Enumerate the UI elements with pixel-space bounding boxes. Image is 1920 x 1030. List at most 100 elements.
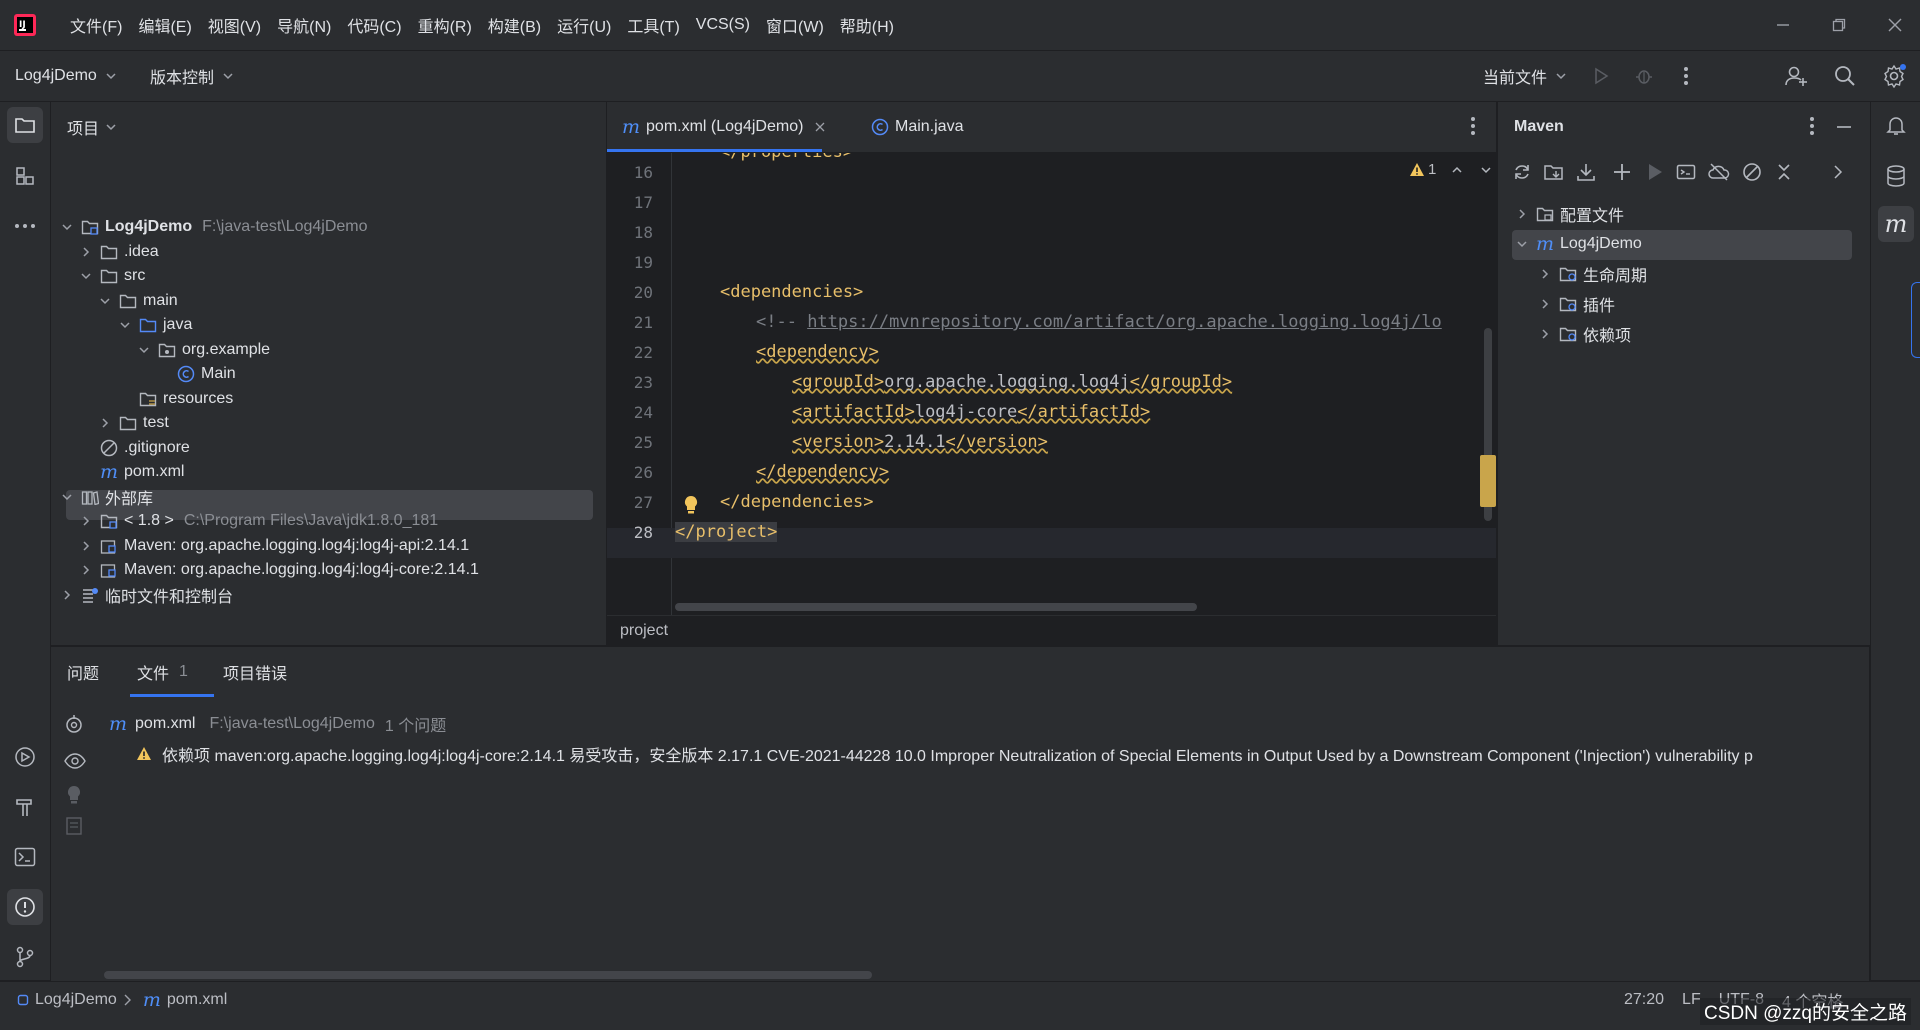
caret-position[interactable]: 27:20 [1624,991,1664,1009]
warning-triangle-icon [136,746,152,762]
editor-breadcrumb[interactable]: project [620,622,668,640]
more-actions-icon[interactable] [1673,63,1699,89]
maven-tree-item[interactable]: 配置文件 [1514,199,1624,229]
menu-item[interactable]: 重构(R) [410,13,480,37]
chevron-down-icon [1555,70,1567,82]
project-tree: Log4jDemo F:\java-test\Log4jDemo .idea src m… [51,102,606,645]
chevron-up-icon[interactable] [1451,164,1463,176]
problems-icon[interactable] [7,889,43,925]
tab-project-errors[interactable]: 项目错误 [223,647,287,697]
chevron-right-icon[interactable] [1537,326,1553,342]
code-line: </dependencies> [675,492,874,512]
chevron-down-icon[interactable] [1514,236,1530,252]
chevron-right-icon[interactable] [78,562,94,578]
tree-item-hint: C:\Program Files\Java\jdk1.8.0_181 [183,512,439,529]
tab-file[interactable]: 文件 1 [137,647,188,697]
chevron-down-icon[interactable] [59,489,75,505]
status-project[interactable]: Log4jDemo [35,991,117,1009]
chevron-right-icon[interactable] [78,244,94,260]
horizontal-scrollbar[interactable] [675,603,1197,611]
tab-options-icon[interactable] [1470,116,1476,136]
tree-item[interactable]: 临时文件和控制台 [59,580,233,610]
problem-item-row[interactable]: 依赖项 maven:org.apache.logging.log4j:log4j… [136,739,1869,769]
menu-item[interactable]: 构建(B) [480,13,549,37]
search-icon[interactable] [1832,63,1858,89]
chevron-down-icon[interactable] [78,268,94,284]
chevron-down-icon[interactable] [97,293,113,309]
side-handle-indicator[interactable] [1911,282,1920,358]
menu-item[interactable]: 工具(T) [619,13,687,37]
menu-item[interactable]: 视图(V) [200,13,269,37]
debug-icon[interactable] [1631,63,1657,89]
maven-m-icon[interactable]: m [1878,206,1914,242]
notifications-bell-icon[interactable] [1878,107,1914,143]
tab-pom-xml[interactable]: m pom.xml (Log4jDemo) [622,102,825,152]
intellij-logo-icon[interactable]: IJ [13,13,37,37]
chevron-right-icon[interactable] [59,587,75,603]
run-icon[interactable] [1588,63,1614,89]
more-tools-icon[interactable] [7,208,43,244]
menu-item[interactable]: 编辑(E) [130,13,199,37]
maven-file-icon: m [99,461,119,483]
add-user-icon[interactable] [1783,63,1809,89]
git-branch-icon[interactable] [7,939,43,975]
database-icon[interactable] [1878,158,1914,194]
lightbulb-icon[interactable] [683,495,699,515]
menu-item[interactable]: VCS(S) [688,16,758,34]
status-file[interactable]: pom.xml [167,991,227,1009]
maven-tree-item[interactable]: 依赖项 [1537,319,1631,349]
restore-button[interactable] [1811,0,1867,50]
chevron-right-icon[interactable] [1514,206,1530,222]
maven-project-icon: m [1535,233,1555,255]
terminal-icon[interactable] [7,839,43,875]
status-bar: Log4jDemo m pom.xml 27:20 LF UTF-8 4 个空格… [0,981,1920,1030]
chevron-down-icon[interactable] [1480,164,1492,176]
preview-pane-icon[interactable] [66,817,82,835]
chevron-down-icon[interactable] [59,219,75,235]
chevron-right-icon[interactable] [97,415,113,431]
menu-item[interactable]: 导航(N) [269,13,339,37]
warning-stripe-marker[interactable] [1480,455,1496,507]
close-tab-icon[interactable] [815,122,825,132]
problem-count: 1 个问题 [384,718,447,735]
chevron-down-icon[interactable] [117,317,133,333]
problem-file-row[interactable]: m pom.xml F:\java-test\Log4jDemo 1 个问题 [109,709,446,739]
code-line: </dependency> [675,462,889,482]
services-icon[interactable] [7,739,43,775]
lightbulb-quickfix-icon[interactable] [66,785,82,805]
main-toolbar: Log4jDemo 版本控制 当前文件 [0,51,1920,102]
run-config-selector[interactable]: 当前文件 [1483,51,1567,101]
maven-tree-item[interactable]: 插件 [1537,289,1615,319]
chevron-right-icon[interactable] [78,513,94,529]
menu-item[interactable]: 文件(F) [62,13,130,37]
menu-item[interactable]: 代码(C) [339,13,409,37]
menu-item[interactable]: 窗口(W) [758,13,832,37]
line-separator[interactable]: LF [1682,991,1701,1009]
menu-item[interactable]: 运行(U) [549,13,619,37]
folder-icon [119,292,137,310]
structure-icon[interactable] [7,158,43,194]
vcs-selector[interactable]: 版本控制 [150,51,234,101]
horizontal-scrollbar[interactable] [104,971,872,979]
tab-problems[interactable]: 问题 [67,647,99,697]
project-folder-icon[interactable] [7,107,43,143]
code-surface[interactable]: </properties> 16 17 18 19 20 21 22 23 24 25 26 27 28… [607,153,1496,615]
chevron-right-icon[interactable] [1537,296,1553,312]
build-hammer-icon[interactable] [7,789,43,825]
chevron-right-icon[interactable] [78,538,94,554]
close-window-button[interactable] [1867,0,1920,50]
minimize-button[interactable] [1755,0,1811,50]
maven-tree-item[interactable]: 生命周期 [1537,259,1647,289]
inspection-widget[interactable]: 1 [1409,161,1492,178]
maven-tree-item[interactable]: m Log4jDemo [1514,229,1642,259]
auto-scroll-icon[interactable] [64,714,84,734]
chevron-right-icon[interactable] [1537,266,1553,282]
eye-view-options-icon[interactable] [64,751,86,771]
tree-item-label: test [143,414,169,431]
chevron-down-icon[interactable] [136,342,152,358]
line-number: 22 [633,343,653,362]
tab-main-java[interactable]: Main.java [871,102,963,152]
menu-item[interactable]: 帮助(H) [832,13,902,37]
project-selector[interactable]: Log4jDemo [15,51,117,101]
settings-gear-icon[interactable] [1881,63,1907,89]
